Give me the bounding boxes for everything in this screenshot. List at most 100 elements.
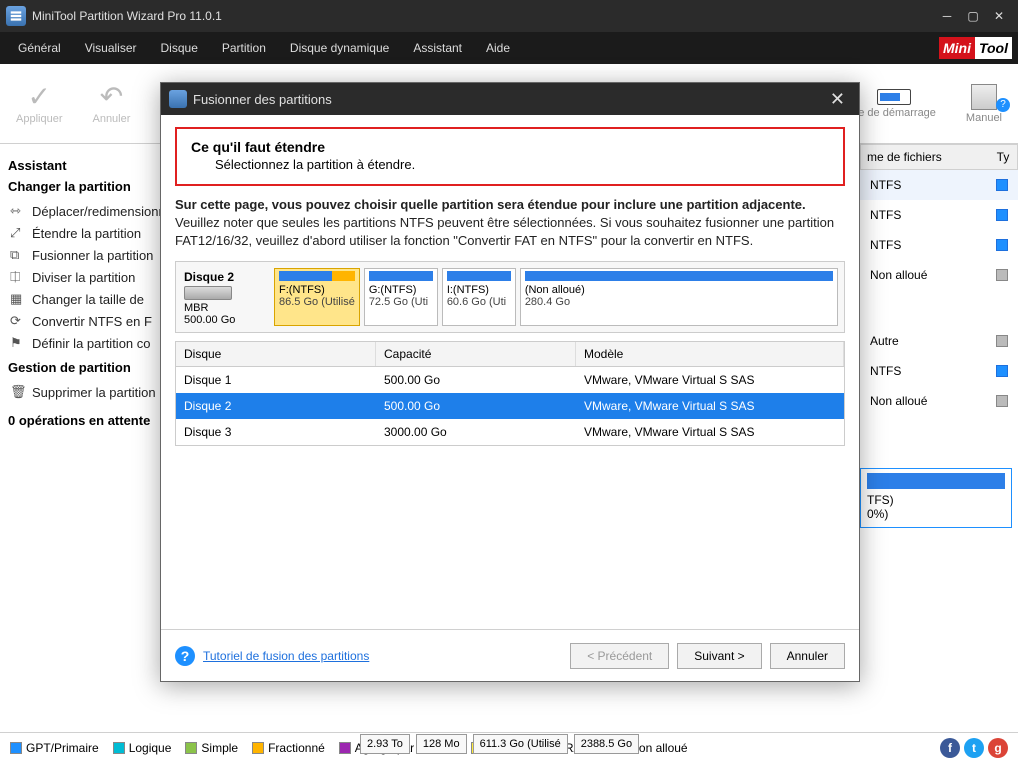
app-icon bbox=[6, 6, 26, 26]
partition-size: 280.4 Go bbox=[525, 296, 833, 308]
grid-row[interactable]: NTFS bbox=[860, 200, 1018, 230]
sidebar-item-move-resize[interactable]: ⇿Déplacer/redimensionner bbox=[4, 200, 176, 222]
close-button[interactable]: ✕ bbox=[986, 6, 1012, 26]
partition-box[interactable]: (Non alloué)280.4 Go bbox=[520, 268, 838, 326]
partition-size: 72.5 Go (Uti bbox=[369, 296, 433, 308]
disk-scheme: MBR bbox=[184, 302, 270, 314]
legend-label: GPT/Primaire bbox=[26, 741, 99, 755]
type-swatch bbox=[996, 365, 1008, 377]
disk-map-segment[interactable]: 2388.5 Go bbox=[574, 734, 639, 754]
partition-box[interactable]: F:(NTFS)86.5 Go (Utilisé bbox=[274, 268, 360, 326]
menu-general[interactable]: Général bbox=[6, 37, 73, 59]
menu-assistant[interactable]: Assistant bbox=[401, 37, 474, 59]
disk-map-segment[interactable]: 611.3 Go (Utilisé bbox=[473, 734, 568, 754]
cell-capacity: 500.00 Go bbox=[376, 367, 576, 393]
brand-mini: Mini bbox=[939, 37, 975, 59]
cell-capacity: 500.00 Go bbox=[376, 393, 576, 419]
grid-header-type: Ty bbox=[989, 150, 1017, 164]
dialog-footer: ? Tutoriel de fusion des partitions < Pr… bbox=[161, 629, 859, 681]
sidebar-assistant-header: Assistant bbox=[8, 158, 172, 173]
grid-row[interactable]: NTFS bbox=[860, 356, 1018, 386]
grid-row[interactable]: NTFS bbox=[860, 230, 1018, 260]
grid-row[interactable]: Non alloué bbox=[860, 386, 1018, 416]
sidebar-item-cluster[interactable]: ▦Changer la taille de bbox=[4, 288, 176, 310]
partition-size: 86.5 Go (Utilisé bbox=[279, 296, 355, 308]
next-button[interactable]: Suivant > bbox=[677, 643, 761, 669]
legend-swatch bbox=[185, 742, 197, 754]
partition-name: F:(NTFS) bbox=[279, 284, 355, 296]
partition-bar bbox=[867, 473, 1005, 489]
disk-table-row[interactable]: Disque 33000.00 GoVMware, VMware Virtual… bbox=[176, 419, 844, 445]
partition-size: 60.6 Go (Uti bbox=[447, 296, 511, 308]
brand-logo: Mini Tool bbox=[939, 37, 1012, 59]
partition-usage-bar bbox=[369, 271, 433, 281]
facebook-icon[interactable]: f bbox=[940, 738, 960, 758]
grid-row[interactable]: Non alloué bbox=[860, 260, 1018, 290]
partition-name: I:(NTFS) bbox=[447, 284, 511, 296]
legend-swatch bbox=[113, 742, 125, 754]
disk-name: Disque 2 bbox=[184, 270, 270, 284]
boot-media-button[interactable]: ue de démarrage bbox=[846, 85, 942, 123]
cancel-button[interactable]: Annuler bbox=[770, 643, 845, 669]
tutorial-link[interactable]: Tutoriel de fusion des partitions bbox=[203, 649, 369, 663]
convert-icon: ⟳ bbox=[10, 313, 26, 329]
sidebar-item-split[interactable]: ⎅Diviser la partition bbox=[4, 266, 176, 288]
type-swatch bbox=[996, 395, 1008, 407]
fs-label: NTFS bbox=[870, 178, 996, 192]
partition-box[interactable]: I:(NTFS)60.6 Go (Uti bbox=[442, 268, 516, 326]
google-plus-icon[interactable]: g bbox=[988, 738, 1008, 758]
partition-box[interactable]: G:(NTFS)72.5 Go (Uti bbox=[364, 268, 438, 326]
merge-icon: ⧉ bbox=[10, 247, 26, 263]
disk-map-segment[interactable]: 128 Mo bbox=[416, 734, 467, 754]
window-title: MiniTool Partition Wizard Pro 11.0.1 bbox=[32, 9, 934, 23]
disk-table-row[interactable]: Disque 2500.00 GoVMware, VMware Virtual … bbox=[176, 393, 844, 419]
social-links: f t g bbox=[940, 738, 1008, 758]
dialog-close-button[interactable]: ✕ bbox=[824, 89, 851, 110]
minimize-button[interactable]: ─ bbox=[934, 6, 960, 26]
disk-map-segment[interactable]: 2.93 To bbox=[360, 734, 410, 754]
menu-visualiser[interactable]: Visualiser bbox=[73, 37, 149, 59]
type-swatch bbox=[996, 335, 1008, 347]
legend-swatch bbox=[10, 742, 22, 754]
apply-button[interactable]: ✓ Appliquer bbox=[10, 79, 68, 129]
legend-swatch bbox=[339, 742, 351, 754]
grid-header: me de fichiers Ty bbox=[860, 144, 1018, 170]
grid-row[interactable]: Autre bbox=[860, 326, 1018, 356]
menu-partition[interactable]: Partition bbox=[210, 37, 278, 59]
fs-label: NTFS bbox=[870, 208, 996, 222]
grid-row[interactable]: NTFS bbox=[860, 170, 1018, 200]
disk-table-header: Disque Capacité Modèle bbox=[176, 342, 844, 367]
trash-icon: 🗑 bbox=[10, 384, 26, 400]
brand-tool: Tool bbox=[975, 37, 1012, 59]
menubar: Général Visualiser Disque Partition Disq… bbox=[0, 32, 1018, 64]
legend-item: Simple bbox=[185, 741, 238, 755]
previous-button[interactable]: < Précédent bbox=[570, 643, 669, 669]
disk-map-boxes: 2.93 To 128 Mo 611.3 Go (Utilisé 2388.5 Go bbox=[360, 734, 639, 754]
twitter-icon[interactable]: t bbox=[964, 738, 984, 758]
book-icon bbox=[971, 84, 997, 110]
menu-dynamique[interactable]: Disque dynamique bbox=[278, 37, 401, 59]
sidebar-item-merge[interactable]: ⧉Fusionner la partition bbox=[4, 244, 176, 266]
legend-swatch bbox=[252, 742, 264, 754]
partition-map-snippet: TFS) 0%) bbox=[860, 468, 1012, 528]
sidebar-item-extend[interactable]: ⤢Étendre la partition bbox=[4, 222, 176, 244]
partition-name: G:(NTFS) bbox=[369, 284, 433, 296]
resize-icon: ⇿ bbox=[10, 203, 26, 219]
partition-usage-bar bbox=[279, 271, 355, 281]
cell-disk: Disque 3 bbox=[176, 419, 376, 445]
undo-button[interactable]: ↶ Annuler bbox=[86, 79, 136, 129]
maximize-button[interactable]: ▢ bbox=[960, 6, 986, 26]
menu-disque[interactable]: Disque bbox=[149, 37, 210, 59]
sidebar-item-convert[interactable]: ⟳Convertir NTFS en F bbox=[4, 310, 176, 332]
cell-model: VMware, VMware Virtual S SAS bbox=[576, 419, 844, 445]
menu-aide[interactable]: Aide bbox=[474, 37, 522, 59]
disk-table: Disque Capacité Modèle Disque 1500.00 Go… bbox=[175, 341, 845, 446]
cell-capacity: 3000.00 Go bbox=[376, 419, 576, 445]
sidebar-item-set-active[interactable]: ⚑Définir la partition co bbox=[4, 332, 176, 354]
step-subtitle: Sélectionnez la partition à étendre. bbox=[191, 157, 829, 172]
disk-size: 500.00 Go bbox=[184, 314, 270, 326]
sidebar-item-delete[interactable]: 🗑Supprimer la partition bbox=[4, 381, 176, 403]
help-icon[interactable]: ? bbox=[175, 646, 195, 666]
disk-table-row[interactable]: Disque 1500.00 GoVMware, VMware Virtual … bbox=[176, 367, 844, 393]
manual-button[interactable]: ? Manuel bbox=[960, 80, 1008, 128]
